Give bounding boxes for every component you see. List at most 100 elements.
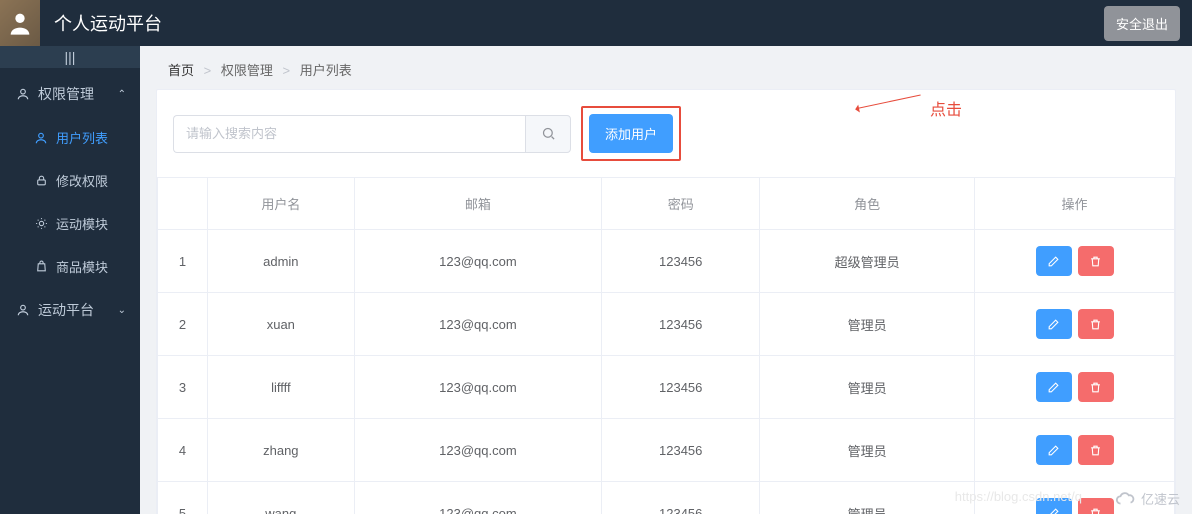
edit-icon: [1047, 255, 1060, 268]
sidebar-collapse-toggle[interactable]: |||: [0, 46, 140, 68]
logout-button[interactable]: 安全退出: [1104, 6, 1180, 41]
toolbar: 添加用户 点击: [157, 90, 1175, 161]
edit-button[interactable]: [1036, 372, 1072, 402]
search-button[interactable]: [525, 115, 571, 153]
add-user-button[interactable]: 添加用户: [589, 114, 673, 153]
user-icon: [16, 87, 30, 101]
col-role: 角色: [760, 178, 975, 230]
watermark-url: https://blog.csdn.net/q: [955, 489, 1082, 504]
search-icon: [541, 126, 556, 141]
search-wrap: [173, 115, 571, 153]
delete-button[interactable]: [1078, 435, 1114, 465]
sidebar-menu: 权限管理 ⌃ 用户列表 修改权限 运动模块 商品模块: [0, 68, 140, 332]
cell-actions: [975, 230, 1175, 293]
app-title: 个人运动平台: [54, 10, 162, 36]
sidebar-item-label: 运动模块: [56, 214, 108, 233]
breadcrumb: 首页 > 权限管理 > 用户列表: [140, 46, 1192, 89]
table-row: 4zhang123@qq.com123456管理员: [158, 419, 1175, 482]
cell-actions: [975, 356, 1175, 419]
trash-icon: [1089, 507, 1102, 514]
delete-button[interactable]: [1078, 372, 1114, 402]
sidebar-group-sport-platform[interactable]: 运动平台 ⌄: [0, 288, 140, 332]
search-input[interactable]: [173, 115, 525, 153]
cell-password: 123456: [602, 356, 760, 419]
cell-username: admin: [208, 230, 355, 293]
trash-icon: [1089, 381, 1102, 394]
arrow-line-icon: [857, 94, 921, 108]
sidebar-group-label: 权限管理: [38, 84, 94, 104]
cell-actions: [975, 293, 1175, 356]
sidebar-item-sport-module[interactable]: 运动模块: [0, 202, 140, 245]
sidebar-item-goods-module[interactable]: 商品模块: [0, 245, 140, 288]
cell-email: 123@qq.com: [354, 230, 601, 293]
col-index: [158, 178, 208, 230]
breadcrumb-page: 用户列表: [300, 63, 352, 78]
edit-icon: [1047, 507, 1060, 514]
sidebar-item-label: 用户列表: [56, 128, 108, 147]
sidebar-group-permissions[interactable]: 权限管理 ⌃: [0, 72, 140, 116]
table-row: 2xuan123@qq.com123456管理员: [158, 293, 1175, 356]
chevron-up-icon: ⌃: [118, 89, 126, 100]
header-left: 个人运动平台: [0, 0, 162, 46]
cell-role: 超级管理员: [760, 230, 975, 293]
sidebar-group-label: 运动平台: [38, 300, 94, 320]
edit-button[interactable]: [1036, 246, 1072, 276]
hamburger-icon: |||: [65, 49, 76, 65]
user-table: 用户名 邮箱 密码 角色 操作 1admin123@qq.com123456超级…: [157, 177, 1175, 514]
breadcrumb-sep: >: [283, 63, 291, 78]
cell-username: wang: [208, 482, 355, 514]
cell-email: 123@qq.com: [354, 356, 601, 419]
breadcrumb-sep: >: [204, 63, 212, 78]
cell-password: 123456: [602, 419, 760, 482]
delete-button[interactable]: [1078, 246, 1114, 276]
table-header-row: 用户名 邮箱 密码 角色 操作: [158, 178, 1175, 230]
watermark-text: 亿速云: [1141, 489, 1180, 508]
breadcrumb-home[interactable]: 首页: [168, 63, 194, 78]
trash-icon: [1089, 444, 1102, 457]
table-row: 3liffff123@qq.com123456管理员: [158, 356, 1175, 419]
delete-button[interactable]: [1078, 498, 1114, 514]
annotation-arrow: 点击: [857, 96, 962, 120]
col-password: 密码: [602, 178, 760, 230]
table-row: 1admin123@qq.com123456超级管理员: [158, 230, 1175, 293]
main-content: 首页 > 权限管理 > 用户列表 添加用户 点击: [140, 46, 1192, 514]
edit-icon: [1047, 444, 1060, 457]
app-logo: [0, 0, 40, 46]
cell-password: 123456: [602, 293, 760, 356]
delete-button[interactable]: [1078, 309, 1114, 339]
sun-icon: [34, 217, 48, 230]
cell-password: 123456: [602, 230, 760, 293]
watermark-brand: 亿速云: [1115, 489, 1180, 508]
cell-email: 123@qq.com: [354, 482, 601, 514]
cell-username: liffff: [208, 356, 355, 419]
cell-index: 5: [158, 482, 208, 514]
cell-role: 管理员: [760, 419, 975, 482]
user-icon: [16, 303, 30, 317]
content-card: 添加用户 点击 用户名 邮箱 密码 角色 操作 1admin123@qq.com…: [156, 89, 1176, 514]
sidebar-item-label: 商品模块: [56, 257, 108, 276]
cell-role: 管理员: [760, 293, 975, 356]
trash-icon: [1089, 255, 1102, 268]
cell-actions: [975, 419, 1175, 482]
bag-icon: [34, 260, 48, 273]
add-user-highlight: 添加用户: [581, 106, 681, 161]
cell-password: 123456: [602, 482, 760, 514]
sidebar-item-modify-permission[interactable]: 修改权限: [0, 159, 140, 202]
trash-icon: [1089, 318, 1102, 331]
avatar-icon: [6, 9, 34, 37]
cell-username: xuan: [208, 293, 355, 356]
cell-email: 123@qq.com: [354, 293, 601, 356]
sidebar-item-user-list[interactable]: 用户列表: [0, 116, 140, 159]
sidebar-item-label: 修改权限: [56, 171, 108, 190]
lock-icon: [34, 174, 48, 187]
cell-index: 1: [158, 230, 208, 293]
col-username: 用户名: [208, 178, 355, 230]
chevron-down-icon: ⌄: [118, 305, 126, 316]
edit-button[interactable]: [1036, 435, 1072, 465]
edit-button[interactable]: [1036, 309, 1072, 339]
cell-role: 管理员: [760, 356, 975, 419]
edit-icon: [1047, 318, 1060, 331]
edit-icon: [1047, 381, 1060, 394]
cell-username: zhang: [208, 419, 355, 482]
user-outline-icon: [34, 131, 48, 145]
